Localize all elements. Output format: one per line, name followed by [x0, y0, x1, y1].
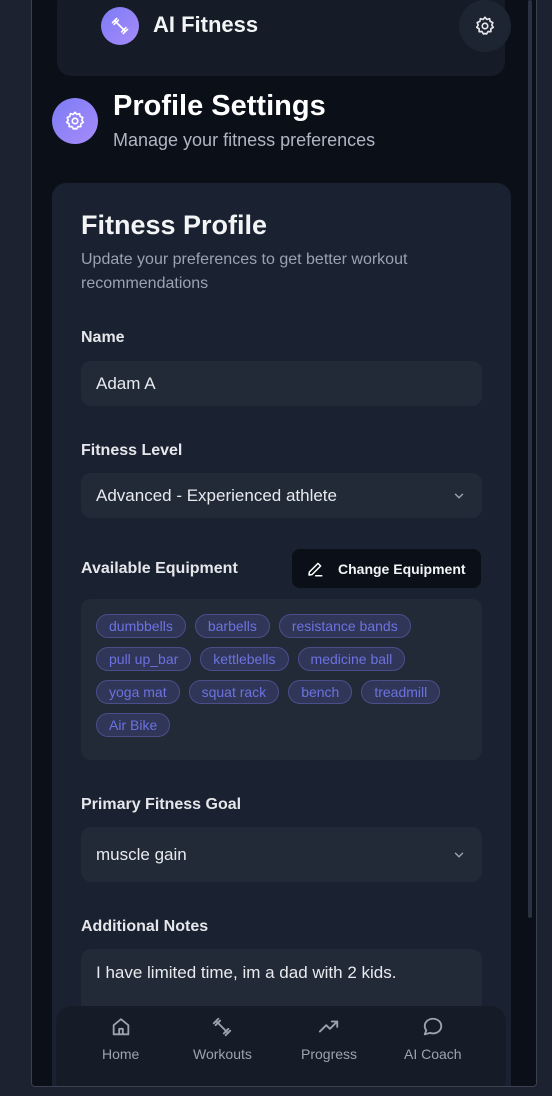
- fitness-level-select[interactable]: Advanced - Experienced athlete: [81, 473, 482, 518]
- page-subtitle: Manage your fitness preferences: [113, 130, 376, 150]
- goal-value: muscle gain: [96, 844, 187, 864]
- equipment-chip: kettlebells: [200, 647, 289, 671]
- pencil-icon: [306, 560, 324, 578]
- app-screen: AI Fitness Profile Settings Manage your …: [31, 0, 537, 1087]
- equipment-chip: barbells: [194, 614, 270, 638]
- app-title: AI Fitness: [153, 12, 259, 37]
- change-equipment-button[interactable]: Change Equipment: [292, 549, 481, 588]
- nav-label: AI Coach: [404, 1046, 462, 1062]
- equipment-chip: Air Bike: [96, 713, 171, 737]
- nav-item-home[interactable]: Home: [102, 1016, 139, 1062]
- equipment-chips: dumbbells barbells resistance bands pull up…: [96, 614, 476, 737]
- fitness-level-label: Fitness Level: [81, 442, 183, 459]
- name-input[interactable]: Adam A: [81, 361, 482, 406]
- equipment-chip: dumbbells: [96, 614, 186, 638]
- dumbbell-icon: [211, 1016, 233, 1038]
- scrollbar[interactable]: [528, 0, 532, 918]
- nav-item-progress[interactable]: Progress: [301, 1016, 357, 1062]
- notes-label: Additional Notes: [81, 918, 209, 935]
- equipment-chip: yoga mat: [96, 680, 180, 704]
- nav-label: Workouts: [193, 1046, 252, 1062]
- change-equipment-label: Change Equipment: [338, 560, 466, 577]
- equipment-list: dumbbells barbells resistance bands pull up…: [81, 599, 482, 760]
- equipment-label: Available Equipment: [81, 560, 238, 577]
- card-description: Update your preferences to get better wo…: [81, 251, 408, 292]
- chevron-down-icon: [452, 847, 466, 867]
- gear-icon: [474, 15, 496, 37]
- equipment-chip: resistance bands: [278, 614, 411, 638]
- equipment-chip: bench: [288, 680, 353, 704]
- equipment-chip: pull up_bar: [96, 647, 192, 671]
- nav-item-workouts[interactable]: Workouts: [193, 1016, 252, 1062]
- trending-up-icon: [318, 1016, 340, 1038]
- dumbbell-icon: [101, 7, 139, 45]
- equipment-chip: squat rack: [188, 680, 280, 704]
- fitness-profile-card: Fitness Profile Update your preferences …: [52, 183, 511, 1086]
- top-bar: AI Fitness: [57, 0, 511, 76]
- goal-label: Primary Fitness Goal: [81, 796, 242, 813]
- bottom-nav: Home Workouts Progress AI Coach: [56, 1006, 506, 1086]
- fitness-level-value: Advanced - Experienced athlete: [96, 485, 337, 505]
- card-title: Fitness Profile: [81, 210, 268, 240]
- equipment-chip: treadmill: [361, 680, 441, 704]
- home-icon: [110, 1016, 132, 1038]
- goal-select[interactable]: muscle gain: [81, 827, 482, 882]
- chat-bubble-icon: [422, 1016, 444, 1038]
- name-label: Name: [81, 329, 125, 346]
- page-title: Profile Settings: [113, 90, 326, 122]
- settings-button[interactable]: [459, 0, 511, 52]
- nav-label: Home: [102, 1046, 140, 1062]
- equipment-chip: medicine ball: [297, 647, 406, 671]
- nav-label: Progress: [301, 1046, 358, 1062]
- chevron-down-icon: [452, 488, 466, 508]
- nav-item-ai-coach[interactable]: AI Coach: [404, 1016, 462, 1062]
- settings-gear-icon: [52, 98, 98, 144]
